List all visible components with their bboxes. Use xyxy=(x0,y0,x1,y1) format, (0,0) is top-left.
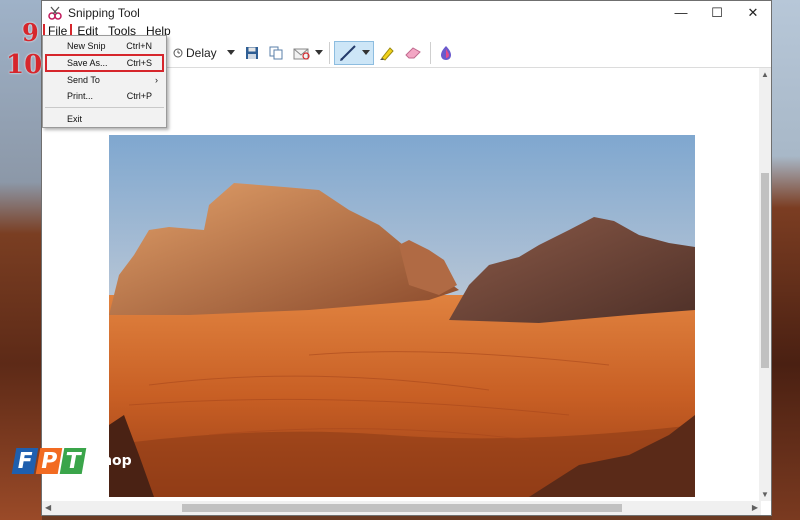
highlighter-button[interactable] xyxy=(374,41,400,65)
envelope-icon xyxy=(293,48,310,60)
menu-item-label: Save As... xyxy=(67,58,108,68)
toolbar-separator xyxy=(328,42,330,64)
minimize-button[interactable]: — xyxy=(663,1,699,24)
toolbar-separator xyxy=(429,42,431,64)
maximize-button[interactable]: ☐ xyxy=(699,1,735,24)
window-controls: — ☐ ✕ xyxy=(663,1,771,24)
chevron-down-icon xyxy=(226,50,235,55)
menu-item-shortcut: Ctrl+S xyxy=(126,58,152,68)
shop-text: Shop xyxy=(92,453,132,469)
snip-canvas xyxy=(42,68,761,501)
scroll-up-icon[interactable]: ▲ xyxy=(761,70,769,79)
scroll-left-icon[interactable]: ◀ xyxy=(45,503,51,512)
fpt-shop-watermark: F P T Shop xyxy=(11,448,132,474)
eraser-button[interactable] xyxy=(400,41,426,65)
delay-button[interactable]: Delay xyxy=(173,41,235,65)
desktop-background-right xyxy=(772,0,800,520)
menu-item-save-as[interactable]: Save As... Ctrl+S xyxy=(45,54,164,72)
menu-item-exit[interactable]: Exit xyxy=(43,111,166,127)
title-bar: Snipping Tool — ☐ ✕ xyxy=(42,1,771,24)
vertical-scrollbar[interactable]: ▲ ▼ xyxy=(759,68,771,501)
delay-label: Delay xyxy=(186,46,217,60)
horizontal-scrollbar[interactable]: ◀ ▶ xyxy=(42,501,761,515)
menu-item-new-snip[interactable]: New Snip Ctrl+N xyxy=(43,38,166,54)
menu-item-label: New Snip xyxy=(67,41,106,51)
menu-item-label: Print... xyxy=(67,91,94,101)
chevron-right-icon: › xyxy=(155,75,158,85)
copy-icon xyxy=(269,46,283,60)
menu-item-shortcut: Ctrl+P xyxy=(126,91,152,101)
menu-item-send-to[interactable]: Send To › xyxy=(43,72,166,88)
menu-item-print[interactable]: Print... Ctrl+P xyxy=(43,88,166,104)
window-title: Snipping Tool xyxy=(68,5,140,20)
pen-icon xyxy=(339,45,356,61)
file-menu-dropdown: New Snip Ctrl+N Save As... Ctrl+S Send T… xyxy=(42,35,167,128)
horizontal-scroll-thumb[interactable] xyxy=(182,504,622,512)
paint3d-button[interactable] xyxy=(435,41,457,65)
fpt-letter-t: T xyxy=(59,448,87,474)
fpt-letter-f: F xyxy=(11,448,39,474)
floppy-disk-icon xyxy=(245,47,258,59)
captured-image xyxy=(109,135,695,497)
highlighter-icon xyxy=(379,47,394,61)
eraser-icon xyxy=(404,47,421,59)
save-snip-button[interactable] xyxy=(241,41,263,65)
send-dropdown-button[interactable] xyxy=(313,41,325,65)
menu-item-label: Send To xyxy=(67,75,100,85)
pen-tool-button[interactable] xyxy=(333,41,374,65)
chevron-down-icon xyxy=(361,50,370,55)
close-button[interactable]: ✕ xyxy=(735,1,771,24)
snipping-tool-icon xyxy=(48,6,62,20)
menu-item-label: Exit xyxy=(67,114,83,124)
step-9-annotation: 9 xyxy=(22,18,39,47)
desert-landscape-image xyxy=(109,135,695,497)
paint-drop-icon xyxy=(440,46,451,60)
copy-button[interactable] xyxy=(265,41,287,65)
send-snip-button[interactable] xyxy=(291,41,313,65)
vertical-scroll-thumb[interactable] xyxy=(761,173,769,368)
scroll-down-icon[interactable]: ▼ xyxy=(761,490,769,499)
menu-separator xyxy=(45,107,164,108)
chevron-down-icon xyxy=(314,50,323,55)
clock-icon xyxy=(173,48,183,58)
step-10-annotation: 10 xyxy=(6,50,43,80)
scroll-right-icon[interactable]: ▶ xyxy=(752,503,758,512)
menu-item-shortcut: Ctrl+N xyxy=(126,41,152,51)
fpt-letter-p: P xyxy=(35,448,63,474)
